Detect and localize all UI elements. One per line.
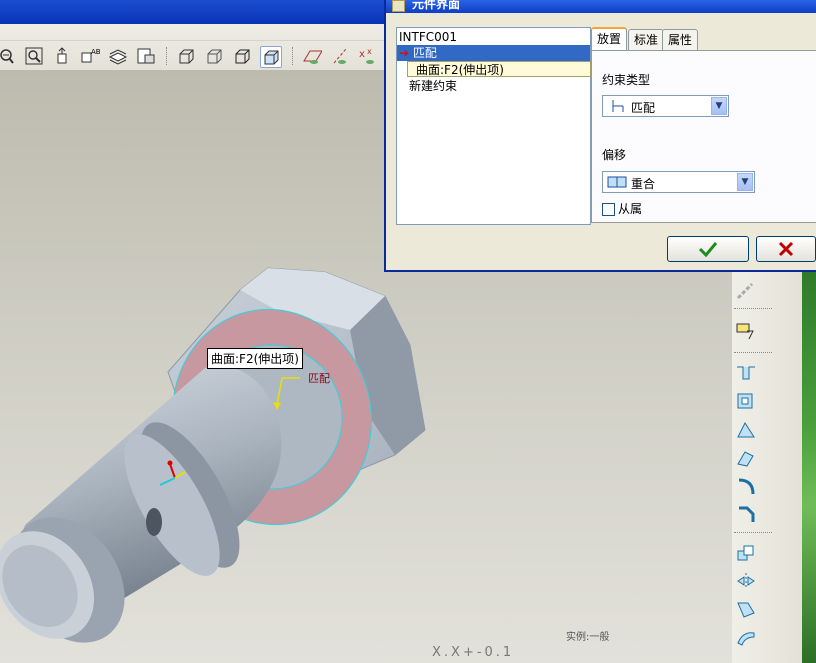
chevron-down-icon[interactable]: ▼: [737, 173, 753, 191]
draft-icon[interactable]: [734, 419, 758, 441]
tree-root-item[interactable]: INTFC001: [399, 29, 457, 45]
coincident-icon: [607, 176, 627, 188]
svg-text:x: x: [359, 49, 365, 60]
round-icon[interactable]: [734, 475, 758, 497]
constraint-tree: INTFC001 ➔ 匹配 曲面:F2(伸出项) 新建约束: [396, 27, 591, 225]
rib-icon[interactable]: [734, 447, 758, 469]
tree-item-reference[interactable]: 曲面:F2(伸出项): [407, 61, 591, 77]
datum-planes-icon[interactable]: [302, 46, 322, 66]
datum-points-icon[interactable]: xx: [358, 46, 378, 66]
coord-readout: X.X+-0.1: [432, 645, 515, 660]
feature-toolbar: [732, 270, 802, 663]
toolbar-separator: [734, 352, 772, 353]
dialog-title: 元件界面: [412, 0, 461, 11]
surface-tooltip: 曲面:F2(伸出项): [207, 348, 303, 369]
sketch-icon[interactable]: [734, 320, 758, 342]
svg-text:x: x: [367, 47, 372, 56]
right-panel-edge: [802, 270, 816, 663]
check-icon: [698, 242, 718, 257]
copy-icon[interactable]: [734, 542, 758, 564]
dependent-label: 从属: [618, 202, 643, 216]
dialog-title-bar[interactable]: 元件界面: [386, 0, 816, 13]
offset-value: 重合: [631, 177, 656, 191]
toolbar-separator: [292, 47, 294, 65]
constraint-type-label: 约束类型: [602, 73, 651, 87]
ok-button[interactable]: [667, 236, 749, 262]
offset-select[interactable]: 重合 ▼: [602, 171, 755, 193]
hole-icon[interactable]: [734, 390, 758, 412]
chevron-down-icon[interactable]: ▼: [711, 97, 727, 115]
layers-icon[interactable]: [108, 46, 128, 66]
shading-icon[interactable]: [260, 46, 282, 68]
dialog-app-icon: [392, 0, 405, 12]
tree-item-constraint[interactable]: ➔ 匹配: [397, 45, 590, 61]
view-manager-icon[interactable]: [136, 46, 156, 66]
refit-icon[interactable]: [24, 46, 44, 66]
zoom-out-icon[interactable]: [0, 46, 16, 66]
constraint-type-value: 匹配: [631, 101, 656, 115]
named-views-icon[interactable]: AB: [80, 46, 100, 66]
constraint-tag: 匹配: [308, 372, 330, 385]
toolbar-separator: [734, 532, 772, 533]
tree-item-new-constraint[interactable]: 新建约束: [409, 78, 457, 94]
wireframe-icon[interactable]: [176, 46, 196, 66]
toolbar-separator: [166, 47, 168, 65]
placement-panel: 约束类型 匹配 ▼ 偏移 重合 ▼ 从属: [591, 50, 816, 223]
chamfer-icon[interactable]: [734, 503, 758, 525]
view-toolbar-row: AB xx: [0, 40, 400, 71]
svg-text:AB: AB: [91, 48, 100, 56]
offset-label: 偏移: [602, 148, 627, 162]
dependent-checkbox[interactable]: [602, 203, 615, 216]
hidden-line-icon[interactable]: [204, 46, 224, 66]
tab-standard[interactable]: 标准: [628, 29, 665, 50]
tab-placement[interactable]: 放置: [591, 27, 628, 51]
cancel-button[interactable]: [756, 236, 816, 262]
datum-axes-icon[interactable]: [330, 46, 350, 66]
no-hidden-icon[interactable]: [232, 46, 252, 66]
constraint-type-select[interactable]: 匹配 ▼: [602, 95, 729, 117]
merge-icon[interactable]: [734, 598, 758, 620]
tab-properties[interactable]: 属性: [662, 29, 699, 50]
tree-constraint-label: 匹配: [412, 46, 437, 60]
component-placement-dialog: 元件界面 INTFC001 ➔ 匹配 曲面:F2(伸出项) 新建约束 放置 标准…: [384, 0, 816, 272]
surface-icon[interactable]: [734, 626, 758, 648]
datum-chain-icon[interactable]: [734, 280, 758, 302]
mirror-icon[interactable]: [734, 570, 758, 592]
extrude-cut-icon[interactable]: [734, 362, 758, 384]
toolbar-separator: [734, 308, 772, 309]
selection-arrow-icon: ➔: [399, 46, 410, 60]
status-readout: 实例:一般: [566, 632, 610, 643]
close-icon: [778, 241, 794, 257]
cross-hole: [146, 508, 162, 536]
spin-center-icon[interactable]: [52, 46, 72, 66]
mate-icon: [612, 100, 624, 112]
